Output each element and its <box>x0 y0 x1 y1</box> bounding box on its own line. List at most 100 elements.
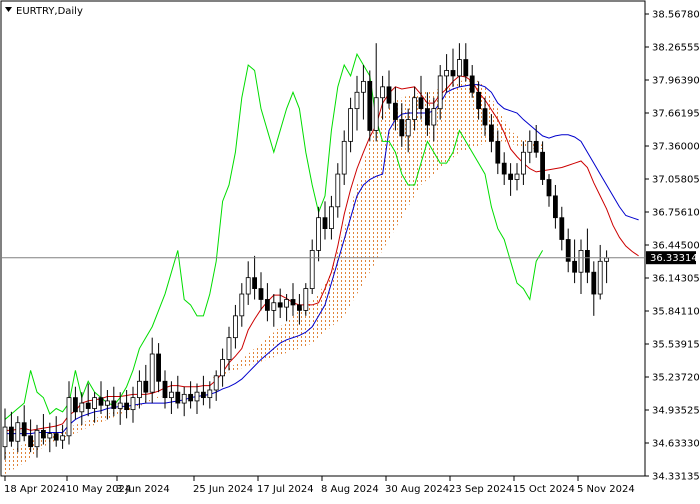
candle-body <box>181 393 187 404</box>
candle-body <box>380 86 386 99</box>
candle-body <box>431 108 437 126</box>
candle-body <box>418 97 424 110</box>
y-tick-label: 37.36000 <box>652 142 700 153</box>
candle-body <box>392 102 398 120</box>
candle-body <box>354 91 360 110</box>
candle-body <box>8 426 14 442</box>
candle-body <box>521 151 526 175</box>
candle-body <box>405 119 411 137</box>
x-tick-label: 3 Jun 2024 <box>116 484 170 495</box>
candle-body <box>456 59 462 77</box>
candle-body <box>200 391 206 399</box>
candle-body <box>559 217 565 240</box>
candle-body <box>252 277 258 289</box>
candle-body <box>444 70 450 77</box>
candle-body <box>207 389 213 399</box>
y-tick-label: 37.66195 <box>652 109 700 120</box>
candle-body <box>15 422 21 442</box>
candle-body <box>424 108 430 126</box>
candle-body <box>296 304 302 311</box>
candle-body <box>348 108 354 142</box>
candle-body <box>501 162 507 175</box>
price-axis: 38.56780 38.26555 37.96390 37.66195 37.36000… <box>645 10 700 483</box>
y-tick-label: 36.44500 <box>652 241 700 252</box>
current-price-label: 36.33314 <box>650 253 698 264</box>
candle-body <box>495 140 501 164</box>
x-tick-label: 30 Aug 2024 <box>385 484 449 495</box>
candle-body <box>514 173 520 180</box>
y-tick-label: 37.96390 <box>652 76 700 87</box>
candle-body <box>367 80 373 131</box>
candle-body <box>85 402 91 409</box>
x-tick-label: 5 Nov 2024 <box>577 484 635 495</box>
candle-body <box>28 435 34 448</box>
candle-body <box>98 397 104 406</box>
candle-body <box>34 429 40 448</box>
price-label-box: 36.33314 <box>646 251 698 264</box>
candle-body <box>136 380 142 399</box>
candle-body <box>540 151 545 180</box>
candle-body <box>412 97 418 120</box>
candle-body <box>303 288 309 311</box>
candle-body <box>399 119 405 137</box>
candle-body <box>245 277 251 295</box>
y-tick-label: 35.84110 <box>652 307 700 318</box>
x-tick-label: 8 Aug 2024 <box>321 484 379 495</box>
candle-body <box>213 375 219 391</box>
candle-body <box>527 140 533 153</box>
candle-body <box>309 250 315 289</box>
candle-body <box>508 173 514 180</box>
candle-body <box>450 70 456 77</box>
x-tick-label: 18 Apr 2024 <box>4 484 66 495</box>
candle-body <box>175 391 181 404</box>
candle-body <box>130 397 136 411</box>
candle-body <box>124 402 129 411</box>
candle-body <box>341 140 347 175</box>
candle-body <box>585 250 590 273</box>
candle-body <box>264 299 270 311</box>
candle-body <box>2 426 8 448</box>
chart-container: 38.56780 38.26555 37.96390 37.66195 37.36000… <box>0 0 700 500</box>
candle-body <box>578 250 584 273</box>
candle-body <box>47 433 53 439</box>
candle-body <box>335 173 341 208</box>
x-tick-label: 15 Oct 2024 <box>513 484 575 495</box>
candle-body <box>463 59 469 77</box>
candle-body <box>328 206 334 229</box>
candle-body <box>604 257 609 262</box>
candle-body <box>111 400 117 409</box>
candle-body <box>41 429 46 439</box>
candle-body <box>469 75 475 93</box>
candle-body <box>105 400 110 406</box>
candle-body <box>156 353 162 382</box>
candle-body <box>149 353 155 393</box>
candle-body <box>226 337 232 360</box>
candle-body <box>591 271 597 295</box>
y-tick-label: 38.56780 <box>652 10 700 21</box>
candle-body <box>284 299 290 308</box>
candle-body <box>53 433 59 441</box>
candle-body <box>386 86 392 104</box>
candle-body <box>92 397 97 409</box>
candle-body <box>258 288 264 300</box>
candle-body <box>194 391 200 402</box>
candle <box>367 70 373 142</box>
ichimoku-chart: 38.56780 38.26555 37.96390 37.66195 37.36000… <box>0 0 700 495</box>
candle-body <box>143 380 149 393</box>
candle-body <box>546 179 552 197</box>
candle-body <box>21 422 27 437</box>
candle-body <box>476 91 482 110</box>
candle-body <box>488 124 494 142</box>
candle-body <box>188 393 194 402</box>
y-tick-label: 34.63330 <box>652 439 700 450</box>
candle-body <box>572 260 577 273</box>
candle-body <box>73 397 78 413</box>
candle-body <box>239 293 245 317</box>
candle-body <box>533 140 539 153</box>
x-tick-label: 23 Sep 2024 <box>449 484 512 495</box>
candle-body <box>437 75 443 110</box>
y-tick-label: 37.05805 <box>652 175 700 186</box>
candle-body <box>322 217 328 229</box>
y-tick-label: 36.75610 <box>652 208 700 219</box>
y-tick-label: 35.23720 <box>652 373 700 384</box>
